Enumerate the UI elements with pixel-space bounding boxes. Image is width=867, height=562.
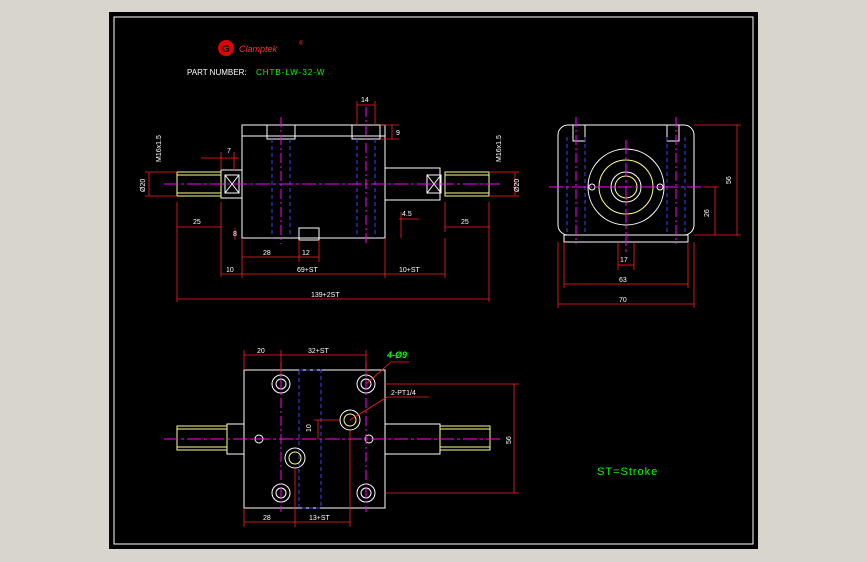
dim-25-left: 25 [193, 219, 201, 226]
dim-25-right: 25 [461, 219, 469, 226]
top-view [164, 362, 501, 512]
dim-10-left: 10 [226, 267, 234, 274]
dim-12: 12 [302, 250, 310, 257]
dim-28-front: 28 [263, 250, 271, 257]
dim-top-32st: 32+ST [308, 348, 330, 355]
stroke-note: ST=Stroke [597, 466, 658, 478]
top-thread-left [176, 425, 228, 451]
front-dimensions [145, 101, 519, 302]
dim-side-56: 56 [726, 176, 733, 184]
dim-top-10: 10 [306, 424, 313, 432]
dim-dia20-right: Ø20 [514, 179, 521, 192]
dim-side-26: 26 [704, 209, 711, 217]
dim-side-63: 63 [619, 277, 627, 284]
dim-top-56: 56 [506, 436, 513, 444]
dim-top-port: 2-PT1/4 [391, 390, 416, 397]
dim-side-70: 70 [619, 297, 627, 304]
front-body [241, 124, 386, 239]
drawing-frame [113, 16, 754, 545]
dim-7: 7 [227, 148, 231, 155]
drawing-viewer: G Clamptek ® PART NUMBER: CHTB-LW-32-W 1… [0, 0, 867, 562]
dim-dia20-left: Ø20 [140, 179, 147, 192]
brand-logo-letter: G [222, 44, 230, 55]
top-thread-right [439, 425, 491, 451]
dim-139-2st: 139+2ST [311, 292, 340, 299]
dim-8: 8 [233, 231, 237, 238]
front-view [164, 107, 501, 244]
dim-top-13st: 13+ST [309, 515, 331, 522]
dim-10-st: 10+ST [399, 267, 421, 274]
front-dimension-labels: 14 9 7 M16x1.5 M16x1.5 Ø20 Ø20 25 25 4.5… [140, 97, 521, 299]
dim-9: 9 [396, 130, 400, 137]
side-view [549, 117, 704, 252]
cad-canvas: G Clamptek ® PART NUMBER: CHTB-LW-32-W 1… [109, 12, 758, 549]
dim-top-20: 20 [257, 348, 265, 355]
dim-m16-left: M16x1.5 [156, 135, 163, 162]
part-number-label: PART NUMBER: [187, 68, 247, 77]
dim-side-17: 17 [620, 257, 628, 264]
dim-14: 14 [361, 97, 369, 104]
dim-m16-right: M16x1.5 [496, 135, 503, 162]
top-port-lower [284, 447, 306, 469]
part-number-value: CHTB-LW-32-W [256, 68, 325, 77]
brand-name: Clamptek [239, 44, 278, 54]
dim-top-4-holes: 4-Ø9 [386, 350, 407, 360]
dim-top-28: 28 [263, 515, 271, 522]
brand-reg-mark: ® [299, 40, 304, 47]
dim-4-5: 4.5 [402, 211, 412, 218]
cad-drawing: G Clamptek ® PART NUMBER: CHTB-LW-32-W 1… [113, 16, 754, 545]
dim-69-st: 69+ST [297, 267, 319, 274]
